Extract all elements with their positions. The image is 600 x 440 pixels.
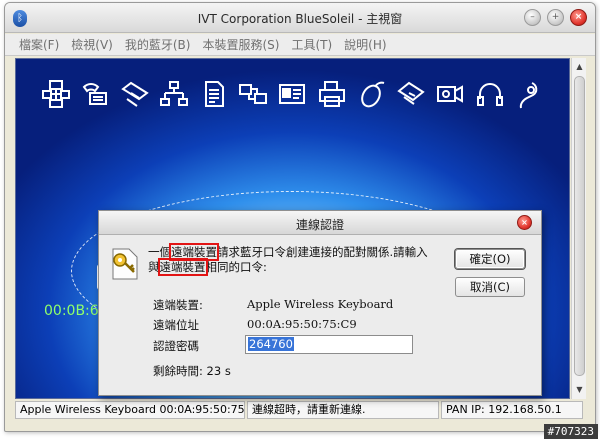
mouse-icon[interactable] [354, 77, 388, 111]
menu-help[interactable]: 說明(H) [344, 36, 386, 53]
cancel-button[interactable]: 取消(C) [455, 277, 525, 297]
highlight-remote-device: 遠端裝置 [169, 243, 219, 261]
ok-button[interactable]: 確定(O) [455, 249, 525, 269]
remote-address-value: 00:0A:95:50:75:C9 [247, 317, 357, 331]
pin-value: 264760 [248, 337, 294, 351]
printer-icon[interactable] [315, 77, 349, 111]
business-card-icon[interactable] [275, 77, 309, 111]
serial-port-icon[interactable] [394, 77, 428, 111]
av-icon[interactable] [433, 77, 467, 111]
close-icon: × [574, 12, 583, 22]
status-device: Apple Wireless Keyboard 00:0A:95:50:75:C [15, 401, 245, 419]
sync-icon[interactable] [236, 77, 270, 111]
message-text: 相同的口令: [205, 260, 267, 274]
minimize-icon: – [530, 12, 535, 22]
pin-input[interactable]: 264760 [245, 335, 413, 354]
watermark-badge: #707323 [543, 424, 598, 439]
remaining-time: 剩餘時間: 23 s [153, 364, 231, 378]
menu-file[interactable]: 檔案(F) [19, 36, 59, 53]
close-button[interactable]: × [570, 9, 587, 26]
window-title: IVT Corporation BlueSoleil - 主視窗 [197, 12, 403, 26]
status-pan-ip: PAN IP: 192.168.50.1 [441, 401, 583, 419]
lan-icon[interactable] [157, 77, 191, 111]
remote-device-value: Apple Wireless Keyboard [247, 297, 394, 311]
dialog-title-bar[interactable]: 連線認證 × [99, 211, 541, 235]
title-bar[interactable]: ᛒ IVT Corporation BlueSoleil - 主視窗 – + × [5, 3, 595, 33]
minimize-button[interactable]: – [524, 9, 541, 26]
pin-label: 認證密碼 [153, 339, 199, 353]
highlight-remote-device: 遠端裝置 [157, 258, 208, 276]
menu-bar: 檔案(F) 檢視(V) 我的藍牙(B) 本裝置服務(S) 工具(T) 說明(H) [5, 34, 595, 56]
maximize-button[interactable]: + [547, 9, 564, 26]
dialup-icon[interactable] [78, 77, 112, 111]
scroll-down-icon[interactable]: ▼ [572, 383, 587, 397]
menu-view[interactable]: 檢視(V) [71, 36, 113, 53]
dialog-message: 一個遠端裝置請求藍牙口令創建連接的配對關係.請輸入與遠端裝置相同的口令: [148, 243, 438, 276]
fax-icon[interactable] [118, 77, 152, 111]
dialog-title: 連線認證 [295, 218, 344, 232]
pairing-dialog: 連線認證 × 一個遠端裝置請求藍牙口令創建連接的配對關係.請輸入與遠端裝置相同的… [98, 210, 542, 396]
maximize-icon: + [551, 12, 560, 22]
remote-address-label: 遠端位址 [153, 318, 199, 332]
menu-my-bluetooth[interactable]: 我的藍牙(B) [125, 36, 191, 53]
vertical-scrollbar[interactable]: ▲ ▼ [571, 58, 586, 399]
key-icon [112, 248, 138, 280]
earpiece-icon[interactable] [512, 77, 546, 111]
scroll-thumb[interactable] [574, 76, 585, 376]
status-bar: Apple Wireless Keyboard 00:0A:95:50:75:C… [15, 401, 585, 421]
headset-icon[interactable] [473, 77, 507, 111]
scroll-up-icon[interactable]: ▲ [572, 60, 587, 74]
message-text: 一個 [148, 245, 171, 259]
file-transfer-icon[interactable] [197, 77, 231, 111]
menu-tools[interactable]: 工具(T) [291, 36, 332, 53]
dialog-close-icon[interactable]: × [517, 215, 532, 230]
menu-local-services[interactable]: 本裝置服務(S) [202, 36, 279, 53]
service-toolbar [16, 77, 569, 111]
network-access-icon[interactable] [39, 77, 73, 111]
remote-device-label: 遠端裝置: [153, 298, 203, 312]
status-message: 連線超時，請重新連線. [247, 401, 439, 419]
